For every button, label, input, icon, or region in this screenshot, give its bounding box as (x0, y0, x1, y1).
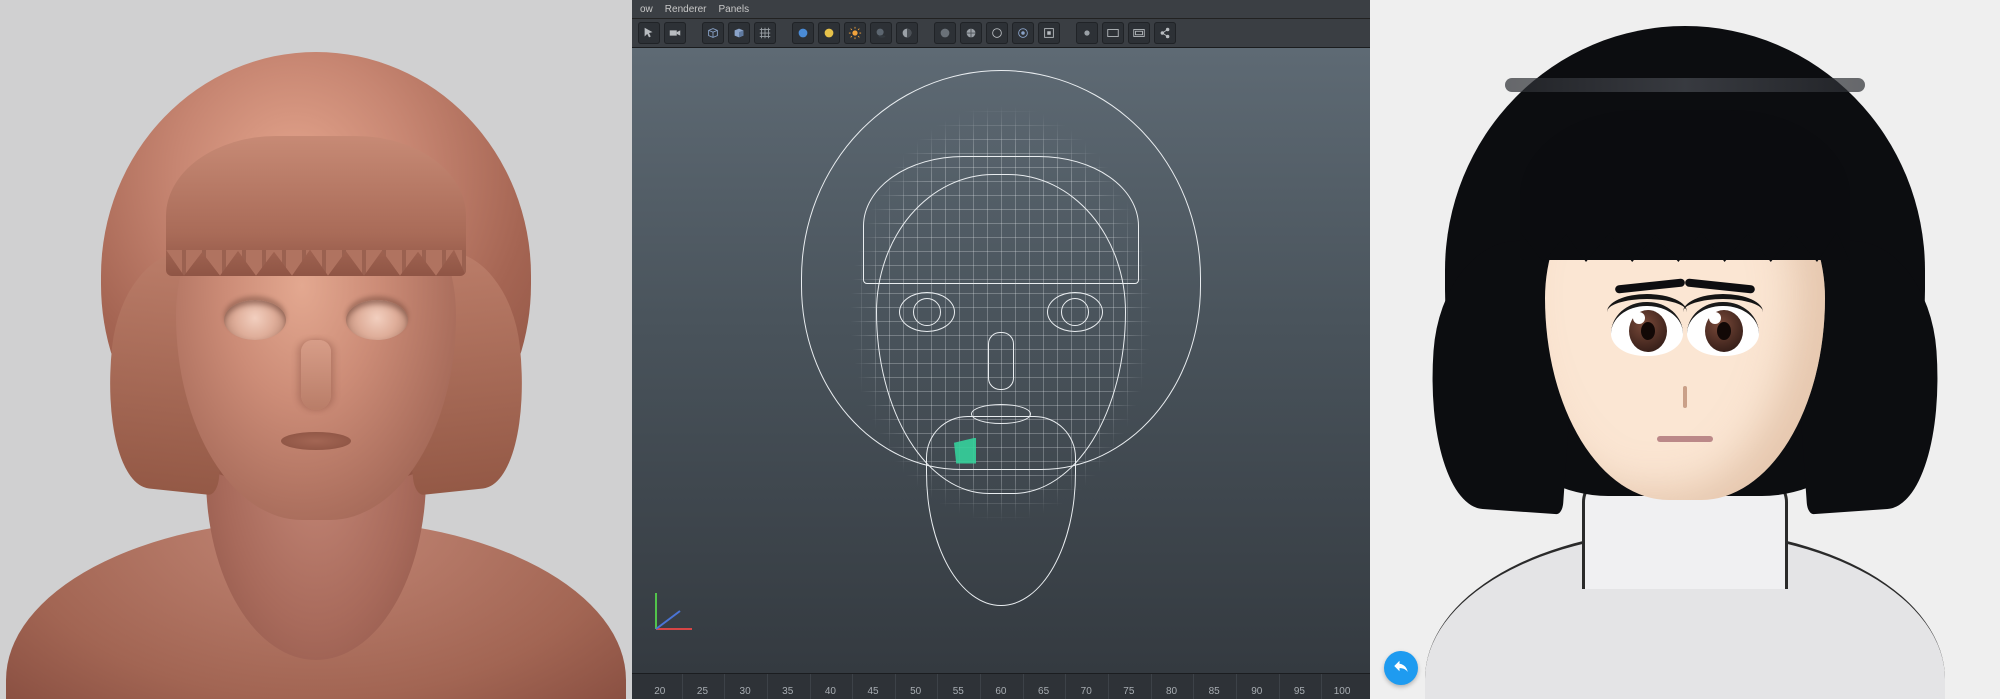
timeline-tick[interactable]: 60 (980, 674, 1021, 699)
wire-on-shaded-button[interactable] (960, 22, 982, 44)
camera-button[interactable] (664, 22, 686, 44)
reply-arrow-icon (1392, 657, 1410, 680)
menu-item[interactable]: ow (640, 4, 653, 15)
viewport-toolbar (632, 18, 1370, 48)
timeline-tick[interactable]: 35 (767, 674, 808, 699)
use-default-material-button[interactable] (818, 22, 840, 44)
smooth-shade-button[interactable] (792, 22, 814, 44)
timeline-tick[interactable]: 40 (810, 674, 851, 699)
wire-iris-left (913, 298, 941, 326)
panel-cel-render (1370, 0, 2000, 699)
cel-eye-right (1687, 302, 1759, 356)
textured-button[interactable] (934, 22, 956, 44)
timeline-tick[interactable]: 50 (895, 674, 936, 699)
menu-item[interactable]: Panels (719, 4, 750, 15)
timeline-tick[interactable]: 45 (852, 674, 893, 699)
timeline-tick[interactable]: 95 (1279, 674, 1320, 699)
shaded-cube-button[interactable] (728, 22, 750, 44)
panel-maya-viewport: ow Renderer Panels (632, 0, 1370, 699)
xray-button[interactable] (986, 22, 1008, 44)
menu-item[interactable]: Renderer (665, 4, 707, 15)
film-gate-button[interactable] (1102, 22, 1124, 44)
panel-clay-sculpt (0, 0, 632, 699)
timeline-tick[interactable]: 80 (1151, 674, 1192, 699)
wire-nose (988, 332, 1014, 390)
cel-eyebrow-right (1685, 278, 1755, 293)
resolution-gate-button[interactable] (1128, 22, 1150, 44)
timeline-tick[interactable]: 65 (1023, 674, 1064, 699)
shadows-button[interactable] (870, 22, 892, 44)
isolate-select-button[interactable] (1038, 22, 1060, 44)
cel-nose (1683, 386, 1687, 408)
sphere-small-button[interactable] (1076, 22, 1098, 44)
grid-toggle-button[interactable] (754, 22, 776, 44)
timeline-tick[interactable]: 90 (1236, 674, 1277, 699)
cel-stage (1370, 0, 2000, 699)
timeline-tick[interactable]: 100 (1321, 674, 1362, 699)
lights-button[interactable] (844, 22, 866, 44)
viewport-menubar[interactable]: ow Renderer Panels (632, 0, 1370, 18)
clay-stage (0, 0, 632, 699)
timeline-tick[interactable]: 20 (640, 674, 680, 699)
time-slider[interactable]: 20 25 30 35 40 45 50 55 60 65 70 75 80 8… (632, 673, 1370, 699)
clay-head-group (86, 40, 546, 660)
back-button[interactable] (1384, 651, 1418, 685)
clay-bangs (166, 136, 466, 276)
clay-eye-left (224, 300, 286, 340)
view-axis-gizmo[interactable] (646, 585, 700, 639)
xray-joints-button[interactable] (1012, 22, 1034, 44)
timeline-tick[interactable]: 30 (724, 674, 765, 699)
cel-uniform-collar (1425, 529, 1945, 699)
timeline-tick[interactable]: 75 (1108, 674, 1149, 699)
timeline-tick[interactable]: 25 (682, 674, 723, 699)
timeline-tick[interactable]: 70 (1065, 674, 1106, 699)
clay-eye-right (346, 300, 408, 340)
timeline-tick[interactable]: 55 (937, 674, 978, 699)
timeline-tick[interactable]: 85 (1193, 674, 1234, 699)
cel-hair-highlight (1505, 78, 1865, 92)
high-quality-button[interactable] (896, 22, 918, 44)
cel-bangs (1520, 110, 1850, 260)
wireframe-head-group (791, 56, 1211, 616)
cel-eye-left (1611, 302, 1683, 356)
clay-nose (301, 340, 331, 410)
wire-mouth (971, 404, 1031, 424)
clay-mouth (281, 432, 351, 450)
share-view-button[interactable] (1154, 22, 1176, 44)
cel-eyebrow-left (1615, 278, 1685, 293)
wire-iris-right (1061, 298, 1089, 326)
perspective-viewport[interactable] (632, 48, 1370, 673)
wireframe-cube-button[interactable] (702, 22, 724, 44)
select-tool-button[interactable] (638, 22, 660, 44)
cel-mouth (1657, 436, 1713, 442)
